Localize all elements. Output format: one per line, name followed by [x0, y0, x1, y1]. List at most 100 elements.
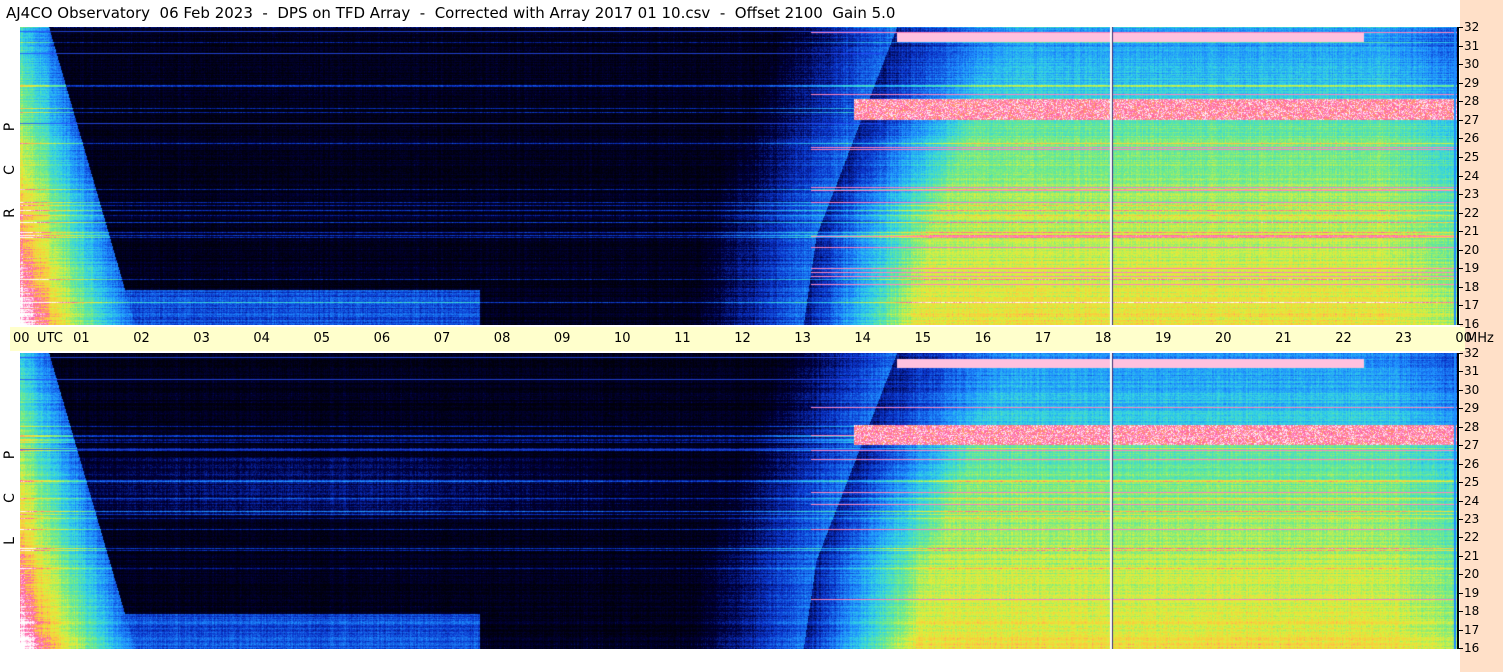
- lcp-freq-tick: [1457, 482, 1463, 484]
- rcp-freq-tick: [1457, 27, 1463, 28]
- lcp-freq-tick: [1457, 463, 1463, 465]
- lcp-freq-label-21: 21: [1464, 548, 1480, 563]
- rcp-freq-tick: [1457, 249, 1463, 251]
- rcp-freq-tick: [1457, 268, 1463, 270]
- rcp-freq-label-30: 30: [1464, 57, 1480, 72]
- lcp-freq-tick: [1457, 537, 1463, 539]
- rcp-label-letter-3: R: [1, 208, 18, 218]
- lcp-freq-tick: [1457, 592, 1463, 594]
- rcp-freq-label-17: 17: [1464, 298, 1480, 313]
- utc-tick-20: 20: [1215, 331, 1232, 346]
- rcp-freq-label-16: 16: [1464, 317, 1480, 331]
- utc-tick-17: 17: [1034, 331, 1052, 346]
- lcp-freq-tick: [1457, 611, 1463, 613]
- rcp-freq-tick: [1457, 324, 1463, 325]
- utc-label: UTC: [37, 331, 63, 346]
- rcp-freq-tick: [1457, 175, 1463, 177]
- lcp-freq-label-25: 25: [1464, 475, 1480, 490]
- lcp-spectrogram[interactable]: [20, 353, 1457, 649]
- lcp-freq-tick: [1457, 629, 1463, 631]
- utc-tick-12: 12: [734, 331, 751, 346]
- rcp-freq-label-20: 20: [1464, 242, 1480, 257]
- utc-tick-21: 21: [1275, 331, 1292, 346]
- utc-tick-6: 06: [373, 331, 391, 346]
- rcp-freq-tick: [1457, 305, 1463, 307]
- lcp-freq-label-19: 19: [1464, 585, 1480, 600]
- utc-tick-16: 16: [974, 331, 992, 346]
- rcp-freq-label-24: 24: [1464, 168, 1480, 183]
- lcp-freq-tick: [1457, 500, 1463, 502]
- lcp-freq-tick: [1457, 445, 1463, 447]
- lcp-freq-label-16: 16: [1464, 641, 1480, 655]
- lcp-freq-label-26: 26: [1464, 456, 1480, 471]
- rcp-freq-label-27: 27: [1464, 112, 1480, 127]
- rcp-freq-tick: [1457, 119, 1463, 121]
- rcp-freq-tick: [1457, 64, 1463, 66]
- rcp-freq-tick: [1457, 101, 1463, 103]
- rcp-freq-label-29: 29: [1464, 75, 1480, 90]
- lcp-freq-tick: [1457, 389, 1463, 391]
- lcp-freq-tick: [1457, 555, 1463, 557]
- rcp-spectrogram[interactable]: [20, 27, 1457, 325]
- utc-tick-4: 04: [253, 331, 270, 346]
- rcp-freq-tick: [1457, 82, 1463, 84]
- rcp-freq-label-31: 31: [1464, 38, 1480, 53]
- rcp-freq-label-26: 26: [1464, 131, 1480, 146]
- utc-tick-1: 01: [73, 331, 90, 346]
- rcp-freq-label-25: 25: [1464, 149, 1480, 164]
- rcp-freq-tick: [1457, 45, 1463, 47]
- lcp-spectrogram-canvas[interactable]: [20, 353, 1457, 649]
- lcp-freq-label-31: 31: [1464, 364, 1480, 379]
- lcp-freq-label-23: 23: [1464, 511, 1480, 526]
- lcp-freq-label-29: 29: [1464, 401, 1480, 416]
- utc-tick-23: 23: [1395, 331, 1412, 346]
- utc-tick-7: 07: [433, 331, 451, 346]
- rcp-spectrogram-canvas[interactable]: [20, 27, 1457, 325]
- lcp-freq-label-27: 27: [1464, 438, 1480, 453]
- utc-tick-8: 08: [493, 331, 511, 346]
- utc-tick-10: 10: [614, 331, 631, 346]
- utc-time-axis: 00 01 02 03 04 05 06 07 08 09 10 11 12 13 14 15 16 17 18 19…: [10, 327, 1494, 351]
- rcp-freq-label-28: 28: [1464, 94, 1480, 109]
- lcp-freq-tick: [1457, 648, 1463, 649]
- rcp-freq-label-23: 23: [1464, 187, 1480, 202]
- lcp-freq-tick: [1457, 353, 1463, 354]
- mhz-unit-label: MHz: [1466, 331, 1494, 346]
- lcp-freq-label-20: 20: [1464, 567, 1480, 582]
- lcp-freq-label-22: 22: [1464, 530, 1480, 545]
- rcp-freq-tick: [1457, 138, 1463, 140]
- lcp-freq-tick: [1457, 426, 1463, 428]
- rcp-freq-tick: [1457, 156, 1463, 158]
- rcp-freq-label-18: 18: [1464, 279, 1480, 294]
- rcp-label-letter-1: P: [1, 122, 18, 132]
- lcp-freq-label-28: 28: [1464, 419, 1480, 434]
- lcp-freq-label-32: 32: [1464, 346, 1480, 360]
- lcp-label: P C L: [2, 448, 18, 548]
- lcp-freq-tick: [1457, 574, 1463, 576]
- rcp-freq-tick: [1457, 212, 1463, 214]
- lcp-label-letter-1: P: [1, 450, 18, 460]
- rcp-frequency-axis: 32 31 30 29 28 27 26 25 24 23 22 21 20 19 18 17 16: [1455, 20, 1503, 331]
- rcp-freq-label-21: 21: [1464, 224, 1480, 239]
- rcp-freq-tick: [1457, 194, 1463, 196]
- rcp-freq-label-19: 19: [1464, 261, 1480, 276]
- lcp-freq-label-24: 24: [1464, 493, 1480, 508]
- lcp-freq-tick: [1457, 408, 1463, 410]
- rcp-freq-label-32: 32: [1464, 20, 1480, 34]
- utc-tick-2: 02: [133, 331, 150, 346]
- utc-tick-18: 18: [1094, 331, 1112, 346]
- utc-tick-9: 09: [553, 331, 571, 346]
- rcp-freq-label-22: 22: [1464, 205, 1480, 220]
- rcp-label-letter-2: C: [2, 165, 18, 175]
- utc-tick-0: 00: [13, 331, 30, 346]
- lcp-freq-tick: [1457, 371, 1463, 373]
- lcp-label-letter-3: L: [2, 537, 18, 545]
- lcp-label-letter-2: C: [2, 493, 18, 503]
- lcp-freq-label-18: 18: [1464, 604, 1480, 619]
- utc-tick-22: 22: [1335, 331, 1352, 346]
- utc-tick-19: 19: [1154, 331, 1172, 346]
- lcp-frequency-axis: 32 31 30 29 28 27 26 25 24 23 22 21 20 19 18 17 16: [1455, 346, 1503, 655]
- utc-tick-5: 05: [313, 331, 331, 346]
- utc-tick-11: 11: [674, 331, 691, 346]
- rcp-label: P C R: [2, 120, 18, 220]
